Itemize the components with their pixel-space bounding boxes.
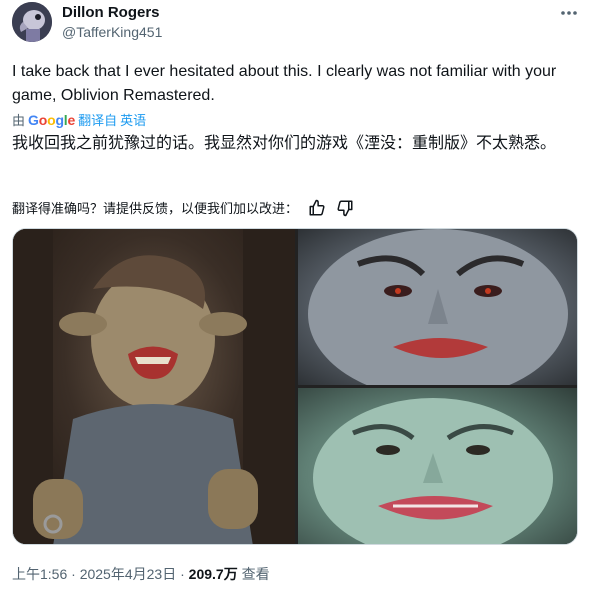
translated-from-label[interactable]: 翻译自 [78,110,117,129]
author-name[interactable]: Dillon Rogers [62,4,160,21]
avatar[interactable] [12,2,52,42]
tweet-time[interactable]: 上午1:56 [12,566,67,582]
translation-feedback: 翻译得准确吗？请提供反馈，以便我们加以改进： [12,198,354,217]
translated-text: 我收回我之前犹豫过的话。我显然对你们的游戏《湮没：重制版》不太熟悉。 [12,135,557,152]
thumbs-down-icon[interactable] [336,199,354,217]
author-handle[interactable]: @TafferKing451 [62,24,162,40]
translated-prefix: 由 [12,113,26,128]
media-image-top-right[interactable] [298,229,577,385]
media-image-bottom-right[interactable] [298,388,577,544]
avatar-image [12,2,52,42]
separator-dot: · [71,566,76,582]
views-count: 209.7万 [188,566,238,582]
source-language-link[interactable]: 英语 [120,110,146,129]
media-image-left[interactable] [13,229,295,544]
tweet-text: I take back that I ever hesitated about … [12,63,557,104]
tweet-date[interactable]: 2025年4月23日 [80,566,177,582]
translation-attribution: 由 Google 翻译自 英语 [12,110,146,129]
views-label: 查看 [241,566,270,582]
tweet-meta: 上午1:56 · 2025年4月23日 · 209.7万 查看 [12,564,270,584]
media-grid [12,228,578,545]
tweet: Dillon Rogers @TafferKing451 I take back… [0,0,594,593]
separator-dot: · [180,566,185,582]
thumbs-up-icon[interactable] [308,199,326,217]
google-logo: Google [28,111,76,128]
feedback-prompt: 翻译得准确吗？请提供反馈，以便我们加以改进： [12,201,299,216]
more-dots-icon[interactable] [558,2,580,24]
